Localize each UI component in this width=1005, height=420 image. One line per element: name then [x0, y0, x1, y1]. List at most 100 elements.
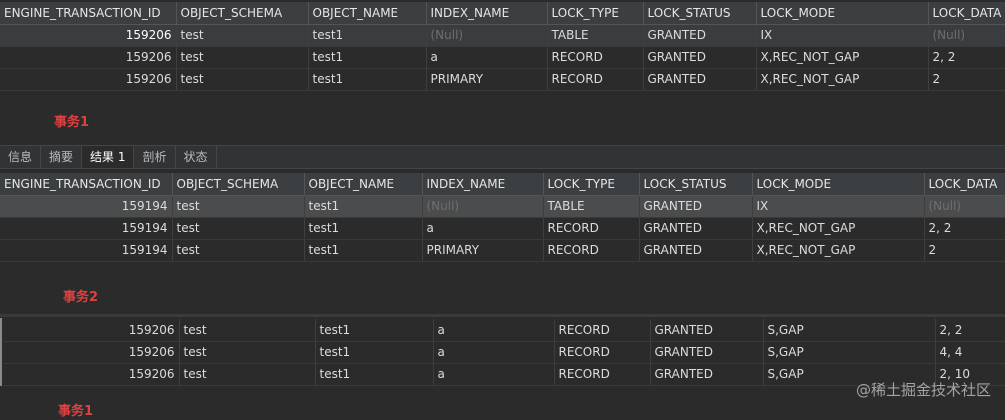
cell-index-name[interactable]: PRIMARY [422, 239, 544, 262]
table-row[interactable]: 159194 test test1 (Null) TABLE GRANTED IX (Null… [0, 195, 1005, 218]
cell-lock-data[interactable]: 2 [928, 68, 1005, 91]
cell-lock-mode[interactable]: X,REC_NOT_GAP [756, 46, 929, 69]
cell-object-schema[interactable]: test [172, 239, 305, 262]
tab-1[interactable]: 摘要 [41, 146, 83, 168]
cell-lock-status[interactable]: GRANTED [639, 217, 753, 240]
cell-lock-type[interactable]: RECORD [554, 319, 651, 342]
cell-index-name[interactable]: a [426, 46, 548, 69]
cell-lock-mode[interactable]: S,GAP [763, 319, 936, 342]
cell-lock-mode[interactable]: X,REC_NOT_GAP [752, 217, 925, 240]
column-header-lock-status[interactable]: LOCK_STATUS [643, 2, 757, 25]
cell-object-name[interactable]: test1 [308, 68, 427, 91]
cell-object-schema[interactable]: test [176, 68, 309, 91]
cell-object-schema[interactable]: test [176, 46, 309, 69]
cell-object-name[interactable]: test1 [308, 46, 427, 69]
cell-lock-type[interactable]: RECORD [543, 217, 640, 240]
column-header-lock-type[interactable]: LOCK_TYPE [547, 2, 644, 25]
cell-lock-type[interactable]: RECORD [554, 341, 651, 364]
cell-lock-type[interactable]: TABLE [547, 24, 644, 47]
cell-index-name[interactable]: PRIMARY [426, 68, 548, 91]
cell-index-name[interactable]: a [433, 363, 555, 386]
cell-object-schema[interactable]: test [179, 363, 316, 386]
cell-transaction-id[interactable]: 159206 [4, 319, 180, 342]
cell-lock-status[interactable]: GRANTED [643, 24, 757, 47]
cell-lock-data[interactable]: 2, 2 [935, 319, 1005, 342]
cell-lock-type[interactable]: RECORD [547, 46, 644, 69]
cell-transaction-id[interactable]: 159194 [0, 217, 173, 240]
cell-transaction-id[interactable]: 159206 [0, 68, 177, 91]
column-header-lock-status[interactable]: LOCK_STATUS [639, 173, 753, 196]
cell-lock-status[interactable]: GRANTED [650, 363, 764, 386]
cell-lock-status[interactable]: GRANTED [650, 341, 764, 364]
cell-lock-mode[interactable]: S,GAP [763, 341, 936, 364]
cell-lock-data[interactable]: 2, 2 [928, 46, 1005, 69]
cell-lock-status[interactable]: GRANTED [639, 195, 753, 218]
cell-lock-status[interactable]: GRANTED [643, 68, 757, 91]
cell-lock-data[interactable]: 2, 2 [924, 217, 1005, 240]
cell-lock-data[interactable]: 2 [924, 239, 1005, 262]
cell-lock-data[interactable]: 4, 4 [935, 341, 1005, 364]
cell-lock-data[interactable]: (Null) [928, 24, 1005, 47]
cell-transaction-id[interactable]: 159206 [4, 341, 180, 364]
column-header-lock-mode[interactable]: LOCK_MODE [752, 173, 925, 196]
cell-lock-type[interactable]: RECORD [554, 363, 651, 386]
cell-lock-type[interactable]: RECORD [547, 68, 644, 91]
column-header-object-name[interactable]: OBJECT_NAME [304, 173, 423, 196]
cell-lock-mode[interactable]: X,REC_NOT_GAP [752, 239, 925, 262]
cell-index-name[interactable]: a [433, 319, 555, 342]
cell-object-name[interactable]: test1 [315, 363, 434, 386]
column-header-lock-data[interactable]: LOCK_DATA [924, 173, 1005, 196]
cell-transaction-id[interactable]: 159206 [4, 363, 180, 386]
cell-object-name[interactable]: test1 [304, 217, 423, 240]
cell-object-schema[interactable]: test [172, 217, 305, 240]
table-row[interactable]: 159206 test test1 PRIMARY RECORD GRANTED X,REC… [0, 68, 1005, 91]
cell-lock-type[interactable]: RECORD [543, 239, 640, 262]
column-header-index-name[interactable]: INDEX_NAME [422, 173, 544, 196]
column-header-lock-mode[interactable]: LOCK_MODE [756, 2, 929, 25]
table-row[interactable]: 159194 test test1 a RECORD GRANTED X,REC_NOT_G… [0, 217, 1005, 240]
cell-index-name[interactable]: a [422, 217, 544, 240]
cell-lock-data[interactable]: (Null) [924, 195, 1005, 218]
cell-object-schema[interactable]: test [172, 195, 305, 218]
cell-object-name[interactable]: test1 [304, 195, 423, 218]
table-row[interactable]: 159206 test test1 a RECORD GRANTED S,GAP 2, 2 [4, 319, 1005, 342]
tab-2[interactable]: 结果 1 [82, 146, 135, 168]
cell-object-schema[interactable]: test [176, 24, 309, 47]
column-header-index-name[interactable]: INDEX_NAME [426, 2, 548, 25]
cell-object-name[interactable]: test1 [304, 239, 423, 262]
cell-transaction-id[interactable]: 159194 [0, 239, 173, 262]
cell-index-name[interactable]: a [433, 341, 555, 364]
cell-object-name[interactable]: test1 [308, 24, 427, 47]
column-header-object-schema[interactable]: OBJECT_SCHEMA [176, 2, 309, 25]
tab-4[interactable]: 状态 [176, 146, 217, 168]
column-header-object-schema[interactable]: OBJECT_SCHEMA [172, 173, 305, 196]
cell-lock-type[interactable]: TABLE [543, 195, 640, 218]
column-header-lock-type[interactable]: LOCK_TYPE [543, 173, 640, 196]
cell-index-name[interactable]: (Null) [422, 195, 544, 218]
cell-lock-mode[interactable]: IX [752, 195, 925, 218]
column-header-transaction-id[interactable]: ENGINE_TRANSACTION_ID [0, 2, 177, 25]
cell-lock-mode[interactable]: IX [756, 24, 929, 47]
table-row[interactable]: 159206 test test1 a RECORD GRANTED S,GAP 4, 4 [4, 341, 1005, 364]
cell-lock-status[interactable]: GRANTED [643, 46, 757, 69]
cell-transaction-id[interactable]: 159206 [0, 24, 177, 47]
cell-lock-status[interactable]: GRANTED [650, 319, 764, 342]
table-row[interactable]: 159206 test test1 a RECORD GRANTED X,REC_NOT_G… [0, 46, 1005, 69]
table-row[interactable]: 159206 test test1 a RECORD GRANTED S,GAP 2, 10 [4, 363, 1005, 386]
cell-object-schema[interactable]: test [179, 341, 316, 364]
cell-lock-mode[interactable]: X,REC_NOT_GAP [756, 68, 929, 91]
table-row[interactable]: 159194 test test1 PRIMARY RECORD GRANTED X,REC… [0, 239, 1005, 262]
cell-object-name[interactable]: test1 [315, 319, 434, 342]
cell-lock-status[interactable]: GRANTED [639, 239, 753, 262]
column-header-transaction-id[interactable]: ENGINE_TRANSACTION_ID [0, 173, 173, 196]
cell-object-name[interactable]: test1 [315, 341, 434, 364]
column-header-object-name[interactable]: OBJECT_NAME [308, 2, 427, 25]
tab-3[interactable]: 剖析 [134, 146, 176, 168]
cell-index-name[interactable]: (Null) [426, 24, 548, 47]
column-header-lock-data[interactable]: LOCK_DATA [928, 2, 1005, 25]
table-row[interactable]: 159206 test test1 (Null) TABLE GRANTED IX (Null… [0, 24, 1005, 47]
cell-object-schema[interactable]: test [179, 319, 316, 342]
cell-transaction-id[interactable]: 159206 [0, 46, 177, 69]
cell-transaction-id[interactable]: 159194 [0, 195, 173, 218]
tab-0[interactable]: 信息 [0, 146, 42, 168]
